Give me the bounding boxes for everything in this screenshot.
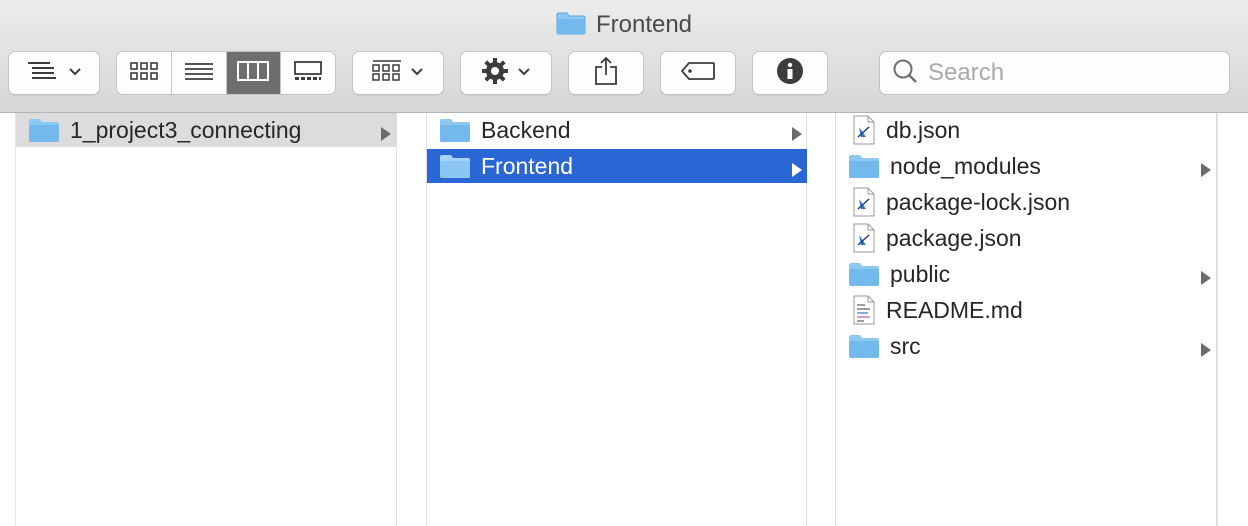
item-name: package.json	[886, 224, 1022, 251]
list-item[interactable]: 1_project3_connecting	[16, 113, 396, 147]
list-item[interactable]: package-lock.json	[836, 185, 1216, 219]
column-view-icon	[237, 60, 270, 87]
titlebar: Frontend	[0, 0, 1248, 113]
info-icon	[776, 57, 804, 90]
item-name: README.md	[886, 296, 1023, 323]
item-name: Backend	[481, 116, 571, 143]
text-file-icon	[852, 295, 876, 325]
list-item[interactable]: Frontend	[427, 149, 807, 183]
tag-button[interactable]	[660, 51, 736, 95]
json-file-icon	[852, 187, 876, 217]
action-button[interactable]	[460, 51, 552, 95]
item-name: package-lock.json	[886, 188, 1071, 215]
disclosure-arrow-icon	[1200, 265, 1212, 292]
disclosure-arrow-icon	[791, 157, 803, 184]
tag-icon	[680, 61, 716, 86]
list-item[interactable]: public	[836, 257, 1216, 291]
item-name: 1_project3_connecting	[70, 116, 302, 143]
search-input[interactable]	[928, 59, 1208, 87]
group-button[interactable]	[352, 51, 444, 95]
group-grid-icon	[372, 59, 402, 88]
icon-view-icon	[130, 61, 158, 86]
disclosure-arrow-icon	[1200, 157, 1212, 184]
search-icon	[892, 58, 918, 89]
list-item[interactable]: Backend	[427, 113, 807, 147]
folder-icon	[28, 117, 60, 143]
list-arrange-icon	[26, 60, 60, 87]
item-name: public	[890, 260, 951, 287]
folder-icon	[848, 333, 880, 359]
view-mode-control	[116, 51, 336, 95]
list-item[interactable]: node_modules	[836, 149, 1216, 183]
folder-icon	[848, 261, 880, 287]
disclosure-arrow-icon	[1200, 337, 1212, 364]
item-name: node_modules	[890, 152, 1041, 179]
json-file-icon	[852, 115, 876, 145]
list-item[interactable]: db.json	[836, 113, 1216, 147]
list-item[interactable]: README.md	[836, 293, 1216, 327]
column-browser: 1_project3_connecting Backend Frontend d…	[0, 113, 1248, 526]
column-view-button[interactable]	[226, 52, 282, 94]
folder-icon	[439, 117, 471, 143]
browser-column-2: Backend Frontend	[426, 113, 807, 526]
item-name: src	[890, 332, 921, 359]
list-item[interactable]: package.json	[836, 221, 1216, 255]
disclosure-arrow-icon	[380, 121, 392, 148]
folder-icon	[556, 11, 586, 40]
window-title-area: Frontend	[0, 10, 1248, 40]
disclosure-arrow-icon	[791, 121, 803, 148]
info-button[interactable]	[752, 51, 828, 95]
sidebar-edge	[0, 113, 16, 526]
json-file-icon	[852, 223, 876, 253]
icon-view-button[interactable]	[117, 52, 172, 94]
folder-icon	[848, 153, 880, 179]
window-title: Frontend	[595, 11, 693, 38]
finder-window: Frontend Search 1_project3_connecting Ba…	[0, 0, 1248, 526]
search-field[interactable]	[879, 51, 1230, 95]
browser-column-1: 1_project3_connecting	[16, 113, 397, 526]
browser-column-3: db.json node_modules package-lock.json p…	[835, 113, 1217, 526]
list-view-button[interactable]	[172, 52, 227, 94]
chevron-down-icon	[410, 64, 424, 82]
arrange-button[interactable]	[8, 51, 100, 95]
folder-icon	[439, 153, 471, 179]
share-icon	[593, 56, 619, 91]
gallery-view-button[interactable]	[281, 52, 335, 94]
chevron-down-icon	[517, 64, 531, 82]
gear-icon	[481, 57, 509, 90]
gallery-view-icon	[293, 60, 323, 87]
list-item[interactable]: src	[836, 329, 1216, 363]
item-name: db.json	[886, 116, 961, 143]
share-button[interactable]	[568, 51, 644, 95]
browser-column-empty	[1217, 113, 1248, 526]
chevron-down-icon	[68, 64, 82, 82]
item-name: Frontend	[481, 152, 574, 179]
list-view-icon	[184, 61, 214, 86]
